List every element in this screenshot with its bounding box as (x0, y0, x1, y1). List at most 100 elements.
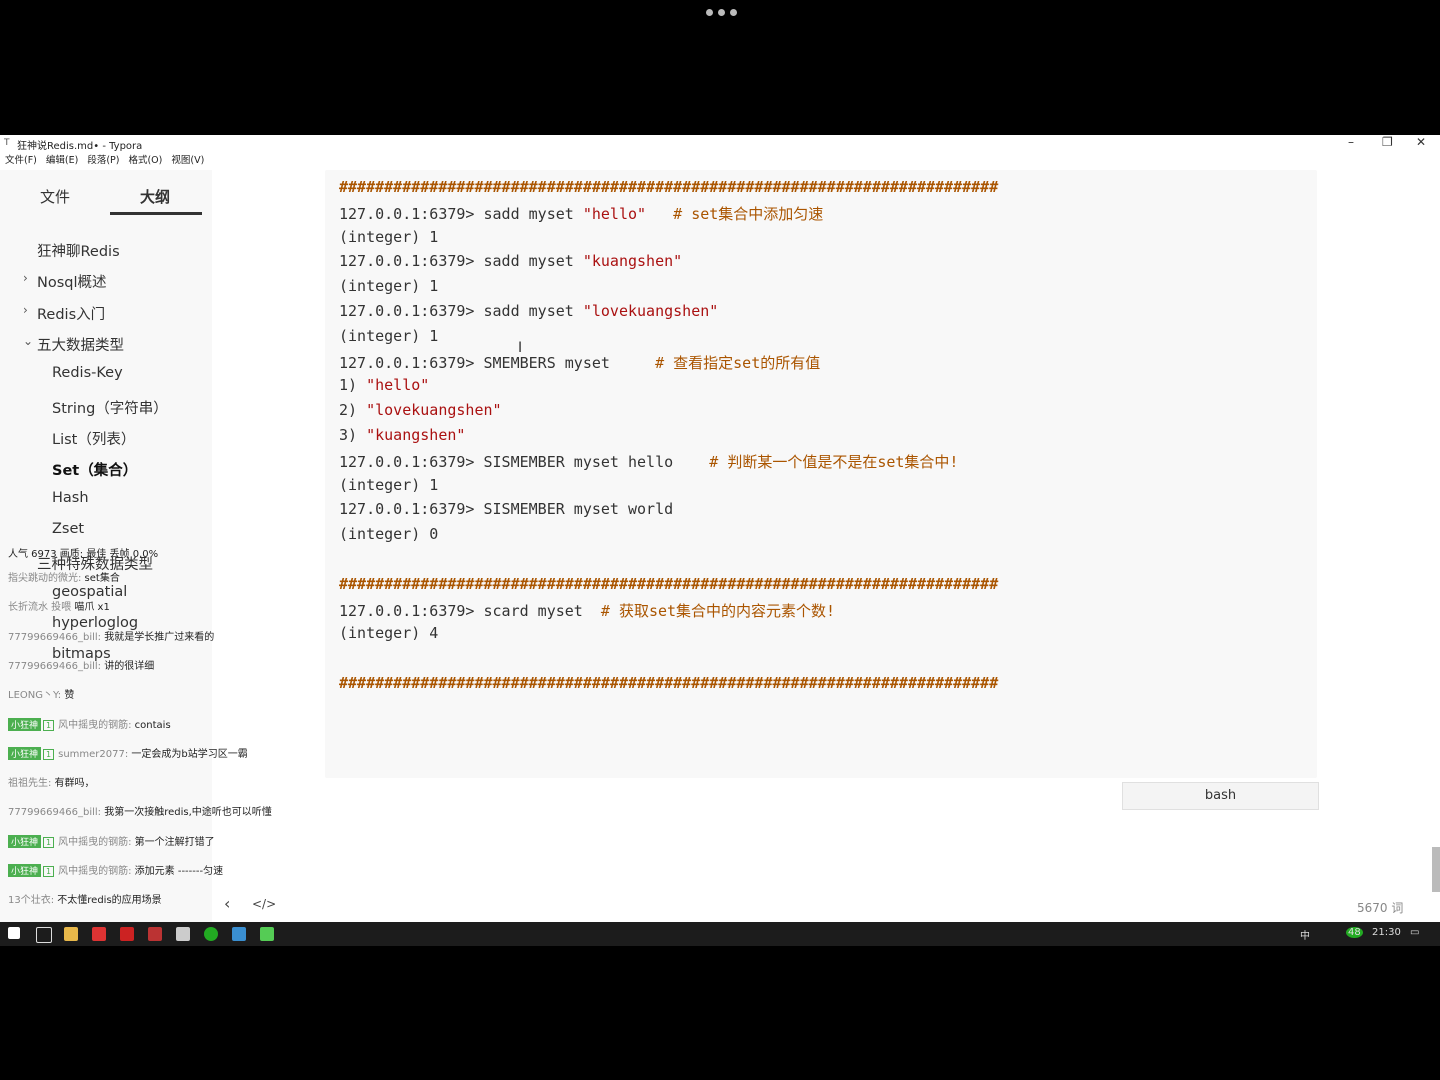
code-token: 127.0.0.1:6379> sadd myset (339, 204, 583, 223)
fan-badge: 小狂神 (8, 746, 42, 760)
code-line: (integer) 4 (339, 624, 438, 642)
chat-text: 一定会成为b站学习区一霸 (128, 748, 248, 760)
code-line: (integer) 1 (339, 277, 438, 295)
chat-text: 添加元素 -------匀速 (131, 866, 224, 877)
outline-item[interactable]: ⌄ 五大数据类型 (23, 334, 124, 355)
code-token: ########################################… (339, 178, 999, 196)
chat-message: 指尖跳动的微光: set集合 (8, 569, 308, 584)
outline-item[interactable]: Hash (52, 490, 89, 506)
outline-item[interactable]: String（字符串） (52, 397, 168, 418)
code-line: 127.0.0.1:6379> SISMEMBER myset world (339, 500, 673, 518)
menu-item[interactable]: 文件(F) (5, 152, 37, 168)
chat-username: 长折流水 投喂 (8, 602, 72, 614)
chat-message: 77799669466_bill: 我第一次接触redis,中途听也可以听懂 (8, 803, 308, 818)
task-view-icon[interactable] (36, 927, 52, 943)
code-token: "hello" (366, 376, 430, 395)
code-block[interactable]: ########################################… (325, 170, 1317, 778)
tab-outline[interactable]: 大纲 (140, 186, 170, 207)
chat-message: 小狂神 1 风中摇曳的钢筋: 添加元素 -------匀速 (8, 862, 308, 877)
code-language-input[interactable]: bash (1122, 782, 1319, 810)
code-line: (integer) 1 (339, 476, 438, 494)
code-line: 127.0.0.1:6379> sadd myset "hello" # set… (339, 203, 823, 224)
typora-window: T 狂神说Redis.md• - Typora – ❐ ✕ 文件(F) 编辑(E)… (0, 135, 1440, 922)
code-token: "kuangshen" (582, 252, 683, 271)
chat-message: 长折流水 投喂 喵爪 x1 (8, 598, 308, 613)
scrollbar-thumb[interactable] (1432, 847, 1440, 892)
outline-item[interactable]: Set（集合） (52, 459, 137, 480)
app-icon-dark-red[interactable] (148, 927, 162, 941)
code-token: 127.0.0.1:6379> SISMEMBER myset hello (339, 452, 710, 471)
typora-taskbar-icon[interactable] (176, 927, 190, 941)
code-token: # 获取set集合中的内容元素个数! (600, 601, 836, 620)
word-count[interactable]: 5670 词 (1357, 899, 1403, 916)
outline-item[interactable]: › Redis入门 (23, 303, 106, 324)
chevron-icon[interactable]: › (23, 271, 28, 285)
outline-item-label: String（字符串） (52, 401, 168, 417)
menu-item[interactable]: 编辑(E) (46, 152, 78, 168)
notification-count-badge[interactable]: 48 (1346, 927, 1363, 938)
title-bar: T 狂神说Redis.md• - Typora – ❐ ✕ (0, 135, 1440, 152)
chevron-icon[interactable]: ⌄ (23, 334, 33, 348)
active-tab-underline (110, 212, 202, 215)
chevron-icon[interactable]: › (23, 303, 28, 317)
menu-item[interactable]: 段落(P) (87, 152, 119, 168)
taskbar: 中 48 21:30 ▭ (0, 922, 1440, 946)
ime-indicator[interactable]: 中 (1300, 927, 1310, 942)
app-icon-red[interactable] (92, 927, 106, 941)
outline-item-label: Nosql概述 (37, 275, 107, 291)
menu-item[interactable]: 格式(O) (128, 152, 162, 168)
chat-message: 祖祖先生: 有群吗， (8, 774, 308, 789)
chat-username: LEONG丶Y: (8, 690, 62, 702)
wechat-icon[interactable] (260, 927, 274, 941)
menu-item[interactable]: 视图(V) (171, 152, 204, 168)
code-token: 127.0.0.1:6379> sadd myset (339, 252, 583, 271)
more-dots-icon[interactable] (706, 9, 737, 16)
outline-item-label: Redis-Key (52, 365, 123, 381)
chat-username: 指尖跳动的微光: (8, 573, 82, 584)
code-line: (integer) 1 (339, 327, 438, 345)
outline-item[interactable]: Zset (52, 521, 84, 537)
chat-username: 祖祖先生: (8, 778, 52, 790)
outline-item[interactable]: List（列表） (52, 428, 135, 449)
restore-button[interactable]: ❐ (1382, 135, 1393, 149)
chat-text: 第一个注解打错了 (131, 836, 215, 848)
chat-message: LEONG丶Y: 赞 (8, 686, 308, 701)
app-icon-blue[interactable] (232, 927, 246, 941)
chat-username: 77799669466_bill: (8, 631, 102, 643)
action-center-icon[interactable]: ▭ (1410, 927, 1419, 938)
chat-username: 风中摇曳的钢筋: (58, 866, 132, 877)
app-icon-red-2[interactable] (120, 927, 134, 941)
chat-text: 我就是学长推广过来看的 (101, 631, 215, 643)
code-line: ########################################… (339, 575, 998, 593)
outline-item[interactable]: › Nosql概述 (23, 271, 107, 292)
code-token: "hello" (582, 204, 647, 223)
tab-files[interactable]: 文件 (40, 186, 70, 207)
code-token: ########################################… (339, 574, 999, 593)
fan-badge: 小狂神 (8, 864, 42, 877)
chat-text: set集合 (81, 573, 120, 584)
windows-start-icon[interactable] (8, 927, 20, 939)
outline-item[interactable]: Redis-Key (52, 365, 123, 381)
chat-username: 77799669466_bill: (8, 660, 102, 672)
outline-item-label: Set（集合） (52, 463, 138, 479)
app-icon-green[interactable] (204, 927, 218, 941)
outline-item[interactable]: 狂神聊Redis (37, 240, 120, 261)
minimize-button[interactable]: – (1348, 135, 1354, 149)
chat-text: 不太懂redis的应用场景 (54, 895, 162, 907)
code-token: (integer) 1 (339, 326, 439, 345)
chat-message: 77799669466_bill: 我就是学长推广过来看的 (8, 628, 308, 643)
code-token: ########################################… (339, 674, 999, 692)
fan-badge: 小狂神 (8, 717, 42, 731)
chat-text: 讲的很详细 (101, 660, 155, 672)
clock[interactable]: 21:30 (1372, 927, 1401, 938)
code-line: (integer) 1 (339, 228, 438, 246)
code-token: 3) (339, 426, 367, 444)
explorer-icon[interactable] (64, 927, 78, 941)
outline-item-label: 狂神聊Redis (37, 244, 120, 260)
code-line: 127.0.0.1:6379> SMEMBERS myset # 查看指定set… (339, 352, 820, 373)
editor-area[interactable]: ########################################… (212, 152, 1440, 922)
code-token: "lovekuangshen" (582, 302, 719, 320)
code-line: 3) "kuangshen" (339, 426, 465, 444)
close-button[interactable]: ✕ (1416, 135, 1426, 149)
outline-item-label: Redis入门 (37, 307, 106, 323)
